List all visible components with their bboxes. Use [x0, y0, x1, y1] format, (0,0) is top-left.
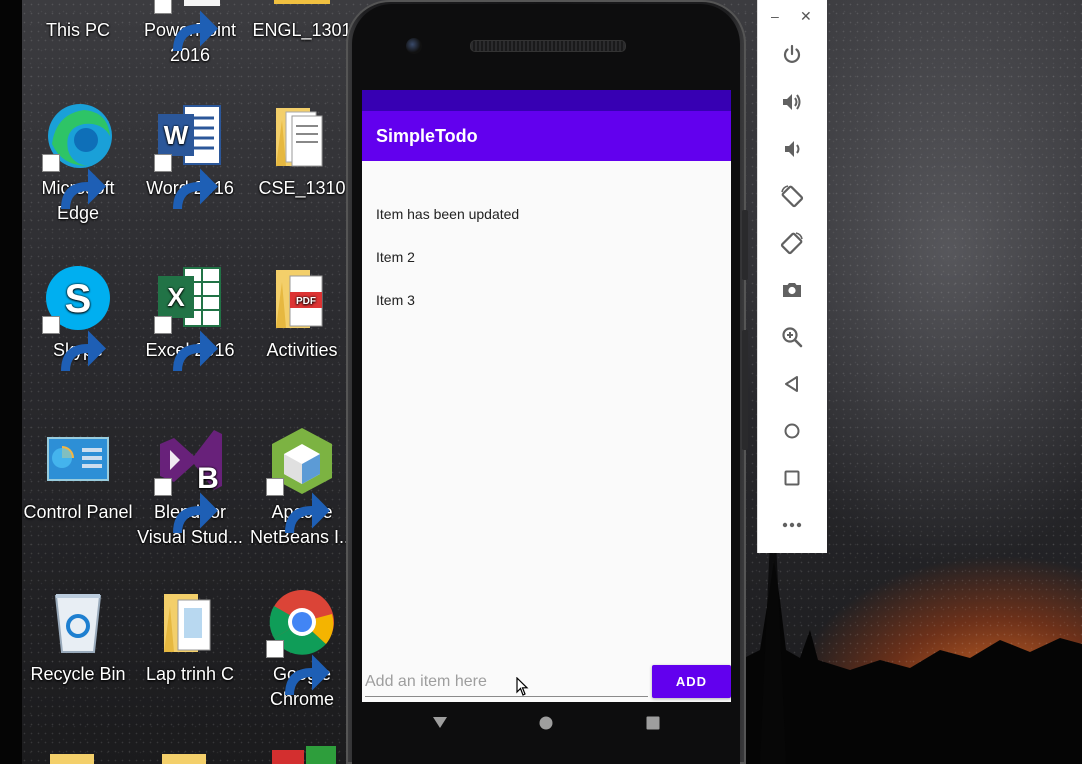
- desktop-icon-excel[interactable]: X Excel 2016: [134, 262, 246, 371]
- blend-icon: B: [154, 424, 226, 533]
- shortcut-arrow-icon: [42, 316, 106, 371]
- desktop-icon-label: This PC: [45, 20, 110, 40]
- desktop-icon-engl-1301[interactable]: ENGL_1301: [246, 0, 358, 43]
- earpiece-speaker: [470, 40, 626, 52]
- desktop-icon-label: Recycle Bin: [30, 664, 126, 684]
- back-icon[interactable]: [432, 714, 448, 730]
- shortcut-arrow-icon: [154, 154, 218, 209]
- edge-icon: [42, 100, 114, 209]
- camera-icon[interactable]: [780, 278, 804, 302]
- desktop-icon-cse-1310[interactable]: CSE_1310: [246, 100, 358, 201]
- todo-list[interactable]: Item has been updated Item 2 Item 3: [362, 204, 731, 332]
- recents-icon[interactable]: [646, 716, 660, 730]
- shortcut-arrow-icon: [154, 478, 218, 533]
- desktop-icon-edge[interactable]: Microsoft Edge: [22, 100, 134, 226]
- close-button[interactable]: ✕: [800, 8, 812, 25]
- add-item-input[interactable]: [365, 668, 648, 697]
- partial-folder-icon: [50, 754, 94, 764]
- skype-icon: S: [42, 262, 114, 371]
- home-icon[interactable]: [539, 716, 553, 730]
- svg-text:PDF: PDF: [296, 296, 316, 307]
- front-camera-icon: [406, 38, 422, 54]
- powerpoint-icon: [154, 0, 226, 51]
- add-button[interactable]: ADD: [652, 665, 731, 698]
- android-nav-bar: [362, 702, 731, 746]
- shortcut-arrow-icon: [42, 154, 106, 209]
- tree-silhouette: [740, 540, 1082, 764]
- desktop-icon-label: Activities: [266, 340, 338, 360]
- folder-icon: [154, 586, 226, 658]
- desktop-icon-this-pc[interactable]: This PC: [22, 0, 134, 43]
- emulator-toolbar: – ✕: [757, 0, 827, 553]
- app-title: SimpleTodo: [376, 125, 478, 146]
- desktop-icon-label: Lap trinh C: [145, 664, 235, 684]
- overview-icon[interactable]: [780, 466, 804, 490]
- volume-up-icon[interactable]: [780, 90, 804, 114]
- desktop-icon-netbeans[interactable]: Apache NetBeans I...: [246, 424, 358, 550]
- more-icon[interactable]: [780, 513, 804, 537]
- desktop-icon-blend[interactable]: B Blend for Visual Stud...: [134, 424, 246, 550]
- desktop-icon-word[interactable]: W Word 2016: [134, 100, 246, 209]
- recycle-bin-icon: [42, 586, 114, 658]
- desktop-icon-label: CSE_1310: [258, 178, 346, 198]
- word-icon: W: [154, 100, 226, 209]
- chrome-icon: [266, 586, 338, 695]
- desktop-icon-skype[interactable]: S Skype: [22, 262, 134, 371]
- list-item[interactable]: Item 2: [362, 246, 731, 289]
- desktop-icon-label: ENGL_1301: [252, 20, 352, 40]
- phone-screen: SimpleTodo Item has been updated Item 2 …: [362, 90, 731, 702]
- svg-text:X: X: [167, 282, 185, 312]
- shortcut-arrow-icon: [266, 640, 330, 695]
- list-item[interactable]: Item 3: [362, 289, 731, 332]
- desktop-icon-recycle-bin[interactable]: Recycle Bin: [22, 586, 134, 687]
- phone-side-button: [742, 210, 748, 280]
- control-panel-icon: [42, 424, 114, 496]
- desktop-icon-powerpoint[interactable]: PowerPoint 2016: [134, 0, 246, 68]
- rotate-left-icon[interactable]: [780, 184, 804, 208]
- folder-pdf-icon: PDF: [266, 262, 338, 334]
- netbeans-icon: [266, 424, 338, 533]
- excel-icon: X: [154, 262, 226, 371]
- svg-text:S: S: [65, 277, 92, 321]
- zoom-icon[interactable]: [780, 325, 804, 349]
- shortcut-arrow-icon: [266, 478, 330, 533]
- status-bar: [362, 90, 731, 111]
- back-icon[interactable]: [780, 372, 804, 396]
- shortcut-arrow-icon: [154, 0, 218, 51]
- volume-down-icon[interactable]: [780, 137, 804, 161]
- folder-icon: [266, 0, 338, 14]
- folder-icon: [266, 100, 338, 172]
- desktop-icon-chrome[interactable]: Google Chrome: [246, 586, 358, 712]
- app-bar: SimpleTodo: [362, 111, 731, 161]
- desktop-edge: [0, 0, 22, 764]
- desktop-icon-lap-trinh-c[interactable]: Lap trinh C: [134, 586, 246, 687]
- list-item[interactable]: Item has been updated: [362, 203, 731, 246]
- svg-text:W: W: [164, 120, 189, 150]
- add-item-row: ADD: [362, 664, 731, 702]
- home-icon[interactable]: [780, 419, 804, 443]
- partial-app-icon: [272, 746, 336, 764]
- desktop-icon-control-panel[interactable]: Control Panel: [22, 424, 134, 525]
- emulator-window-controls: – ✕: [758, 6, 827, 26]
- this-pc-icon: [42, 0, 114, 14]
- shortcut-arrow-icon: [154, 316, 218, 371]
- rotate-right-icon[interactable]: [780, 231, 804, 255]
- partial-folder-icon: [162, 754, 206, 764]
- desktop-icon-label: Control Panel: [23, 502, 133, 522]
- phone-side-button: [742, 330, 748, 450]
- desktop-icon-activities[interactable]: PDF Activities: [246, 262, 358, 363]
- minimize-button[interactable]: –: [771, 8, 779, 24]
- mouse-cursor-icon: [516, 677, 529, 696]
- power-icon[interactable]: [780, 43, 804, 67]
